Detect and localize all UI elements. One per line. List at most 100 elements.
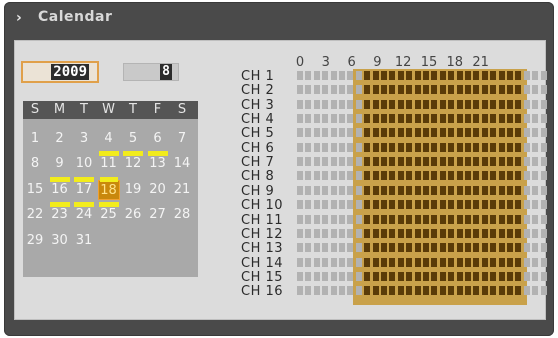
schedule-cell[interactable] — [465, 171, 471, 181]
schedule-cell[interactable] — [523, 214, 530, 224]
schedule-cell[interactable] — [456, 171, 463, 181]
schedule-cell[interactable] — [372, 243, 379, 253]
schedule-cell[interactable] — [481, 128, 488, 138]
schedule-cell[interactable] — [347, 157, 354, 167]
schedule-cell[interactable] — [473, 271, 480, 281]
schedule-cell[interactable] — [540, 171, 547, 181]
schedule-cell[interactable] — [305, 171, 312, 181]
schedule-cell[interactable] — [406, 71, 413, 80]
schedule-cell[interactable] — [448, 142, 455, 152]
schedule-cell[interactable] — [313, 142, 320, 152]
schedule-cell[interactable] — [498, 271, 505, 281]
schedule-cell[interactable] — [313, 271, 320, 281]
schedule-cell[interactable] — [406, 85, 413, 95]
schedule-cell[interactable] — [330, 243, 337, 253]
schedule-cell[interactable] — [397, 142, 404, 152]
schedule-cell[interactable] — [364, 114, 371, 124]
schedule-cell[interactable] — [305, 114, 312, 124]
schedule-cell[interactable] — [423, 114, 429, 124]
schedule-cell[interactable] — [456, 99, 463, 109]
schedule-cell[interactable] — [330, 99, 337, 109]
schedule-cell[interactable] — [313, 157, 320, 167]
schedule-cell[interactable] — [381, 128, 387, 138]
schedule-cell[interactable] — [515, 171, 522, 181]
schedule-cell[interactable] — [372, 286, 379, 296]
schedule-cell[interactable] — [465, 71, 471, 80]
schedule-cell[interactable] — [481, 142, 488, 152]
schedule-cell[interactable] — [473, 157, 480, 167]
schedule-cell[interactable] — [297, 243, 303, 253]
calendar-day[interactable]: 28 — [171, 205, 193, 225]
schedule-cell[interactable] — [330, 185, 337, 195]
schedule-cell[interactable] — [305, 286, 312, 296]
schedule-cell[interactable] — [540, 128, 547, 138]
schedule-cell[interactable] — [313, 257, 320, 267]
schedule-cell[interactable] — [473, 228, 480, 238]
schedule-cell[interactable] — [339, 157, 345, 167]
schedule-cell[interactable] — [414, 171, 421, 181]
schedule-cell[interactable] — [389, 200, 396, 210]
calendar-day[interactable]: 3 — [73, 129, 95, 149]
schedule-cell[interactable] — [490, 286, 497, 296]
schedule-cell[interactable] — [414, 257, 421, 267]
schedule-cell[interactable] — [406, 185, 413, 195]
schedule-cell[interactable] — [498, 243, 505, 253]
schedule-cell[interactable] — [397, 99, 404, 109]
schedule-cell[interactable] — [355, 286, 362, 296]
schedule-cell[interactable] — [540, 286, 547, 296]
schedule-cell[interactable] — [532, 271, 539, 281]
calendar-day[interactable]: 13 — [147, 151, 169, 174]
schedule-cell[interactable] — [297, 271, 303, 281]
schedule-cell[interactable] — [406, 114, 413, 124]
schedule-cell[interactable] — [473, 257, 480, 267]
schedule-cell[interactable] — [515, 185, 522, 195]
schedule-cell[interactable] — [490, 85, 497, 95]
schedule-cell[interactable] — [313, 200, 320, 210]
schedule-cell[interactable] — [297, 99, 303, 109]
schedule-cell[interactable] — [431, 128, 438, 138]
schedule-cell[interactable] — [448, 157, 455, 167]
schedule-cell[interactable] — [406, 214, 413, 224]
schedule-cell[interactable] — [389, 171, 396, 181]
schedule-cell[interactable] — [322, 128, 329, 138]
calendar-day[interactable]: 14 — [171, 154, 193, 174]
schedule-cell[interactable] — [456, 271, 463, 281]
schedule-cell[interactable] — [532, 85, 539, 95]
schedule-cell[interactable] — [355, 200, 362, 210]
schedule-cell[interactable] — [431, 243, 438, 253]
schedule-cell[interactable] — [540, 200, 547, 210]
schedule-cell[interactable] — [389, 157, 396, 167]
schedule-cell[interactable] — [465, 85, 471, 95]
schedule-cell[interactable] — [473, 243, 480, 253]
schedule-cell[interactable] — [364, 228, 371, 238]
schedule-cell[interactable] — [515, 71, 522, 80]
schedule-cell[interactable] — [423, 128, 429, 138]
schedule-cell[interactable] — [532, 157, 539, 167]
schedule-cell[interactable] — [339, 85, 345, 95]
schedule-cell[interactable] — [532, 243, 539, 253]
schedule-cell[interactable] — [330, 142, 337, 152]
schedule-cell[interactable] — [313, 99, 320, 109]
schedule-cell[interactable] — [397, 214, 404, 224]
schedule-cell[interactable] — [347, 85, 354, 95]
schedule-cell[interactable] — [431, 257, 438, 267]
schedule-cell[interactable] — [540, 214, 547, 224]
schedule-cell[interactable] — [322, 200, 329, 210]
schedule-cell[interactable] — [465, 228, 471, 238]
schedule-cell[interactable] — [465, 200, 471, 210]
schedule-cell[interactable] — [305, 128, 312, 138]
schedule-cell[interactable] — [355, 85, 362, 95]
schedule-cell[interactable] — [305, 85, 312, 95]
schedule-cell[interactable] — [523, 200, 530, 210]
schedule-cell[interactable] — [339, 142, 345, 152]
schedule-cell[interactable] — [490, 214, 497, 224]
schedule-cell[interactable] — [456, 185, 463, 195]
schedule-cell[interactable] — [515, 85, 522, 95]
schedule-cell[interactable] — [347, 200, 354, 210]
calendar-day[interactable]: 7 — [171, 129, 193, 149]
schedule-cell[interactable] — [540, 114, 547, 124]
schedule-cell[interactable] — [355, 114, 362, 124]
schedule-cell[interactable] — [498, 71, 505, 80]
schedule-cell[interactable] — [498, 171, 505, 181]
schedule-cell[interactable] — [322, 243, 329, 253]
